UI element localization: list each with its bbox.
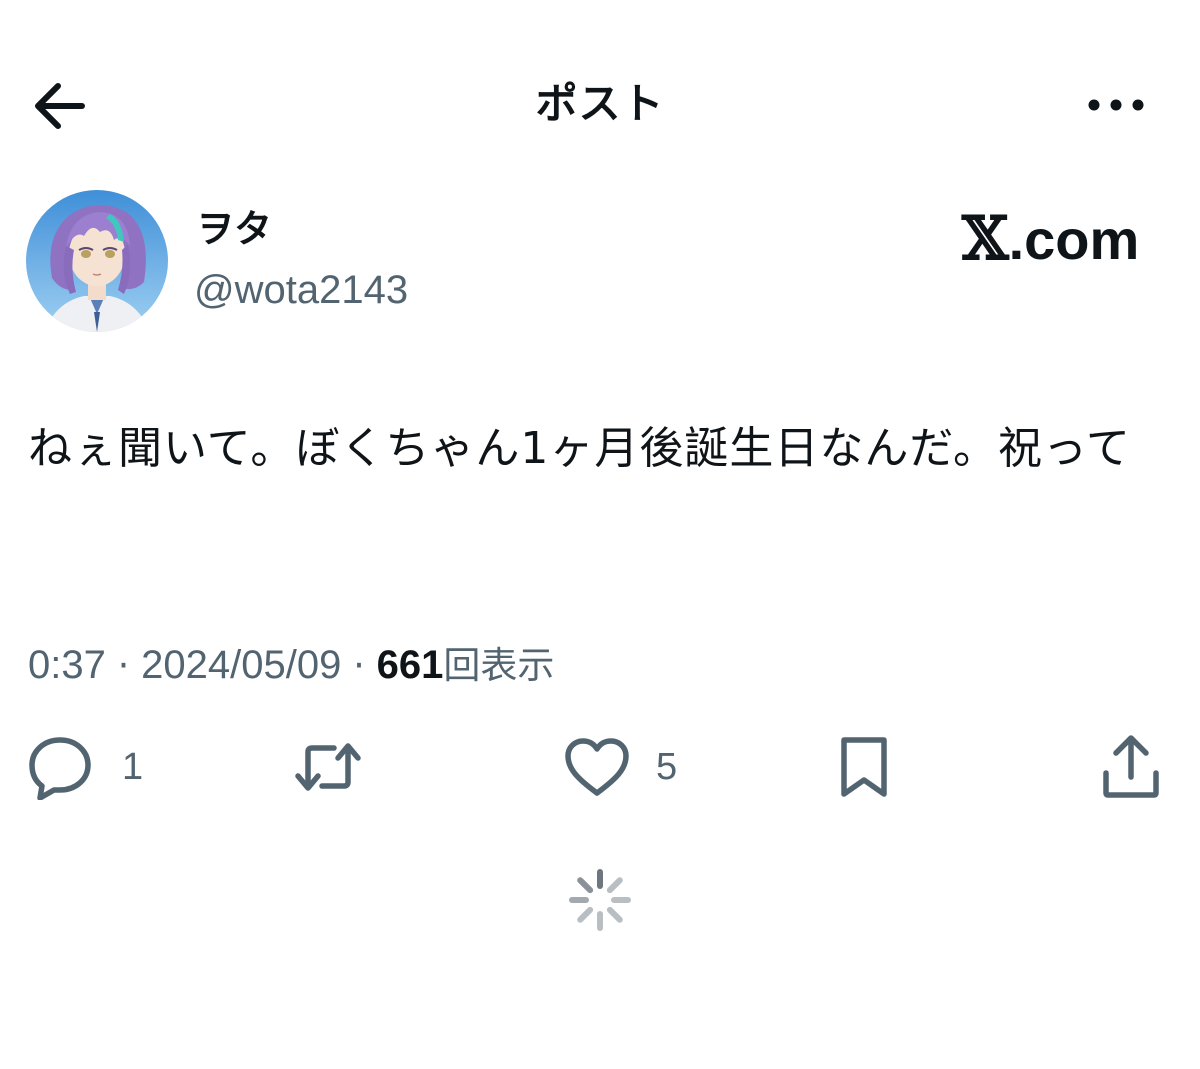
post-date[interactable]: 2024/05/09 [141, 643, 341, 687]
reply-icon [29, 737, 91, 800]
meta-separator: · [117, 644, 130, 687]
bookmark-icon [841, 737, 887, 797]
reply-count: 1 [122, 745, 144, 788]
brand-suffix: .com [1008, 208, 1140, 271]
repost-button[interactable] [294, 730, 362, 804]
post-time[interactable]: 0:37 [28, 643, 106, 687]
share-button[interactable] [1100, 730, 1162, 804]
like-button[interactable]: 5 [564, 730, 677, 804]
views-label: 回表示 [443, 644, 555, 687]
more-options-button[interactable] [1084, 80, 1148, 130]
like-count: 5 [656, 745, 678, 788]
avatar[interactable] [26, 190, 168, 332]
x-logo-icon: 𝕏 [962, 204, 1009, 274]
page-title: ポスト [535, 79, 665, 128]
top-bar: ポスト [0, 60, 1200, 150]
loading-spinner-icon [569, 869, 631, 931]
post-text: ねぇ聞いて。ぼくちゃん1ヶ月後誕生日なんだ。祝って [28, 423, 1131, 474]
author-handle[interactable]: @wota2143 [194, 264, 408, 316]
heart-icon [565, 738, 629, 796]
share-icon [1103, 735, 1159, 798]
repost-icon [295, 743, 361, 791]
xcom-logo: 𝕏.com [962, 206, 1139, 273]
action-bar: 1 5 [0, 730, 1200, 810]
meta-separator: · [353, 644, 365, 687]
more-horizontal-icon [1088, 99, 1144, 111]
author-display-name[interactable]: ヲタ [196, 204, 272, 254]
avatar-image [26, 190, 168, 332]
views-count: 661 [376, 643, 444, 687]
reply-button[interactable]: 1 [28, 730, 143, 804]
bookmark-button[interactable] [836, 730, 892, 804]
post-meta: 0:37 · 2024/05/09 · 661回表示 [28, 638, 554, 693]
